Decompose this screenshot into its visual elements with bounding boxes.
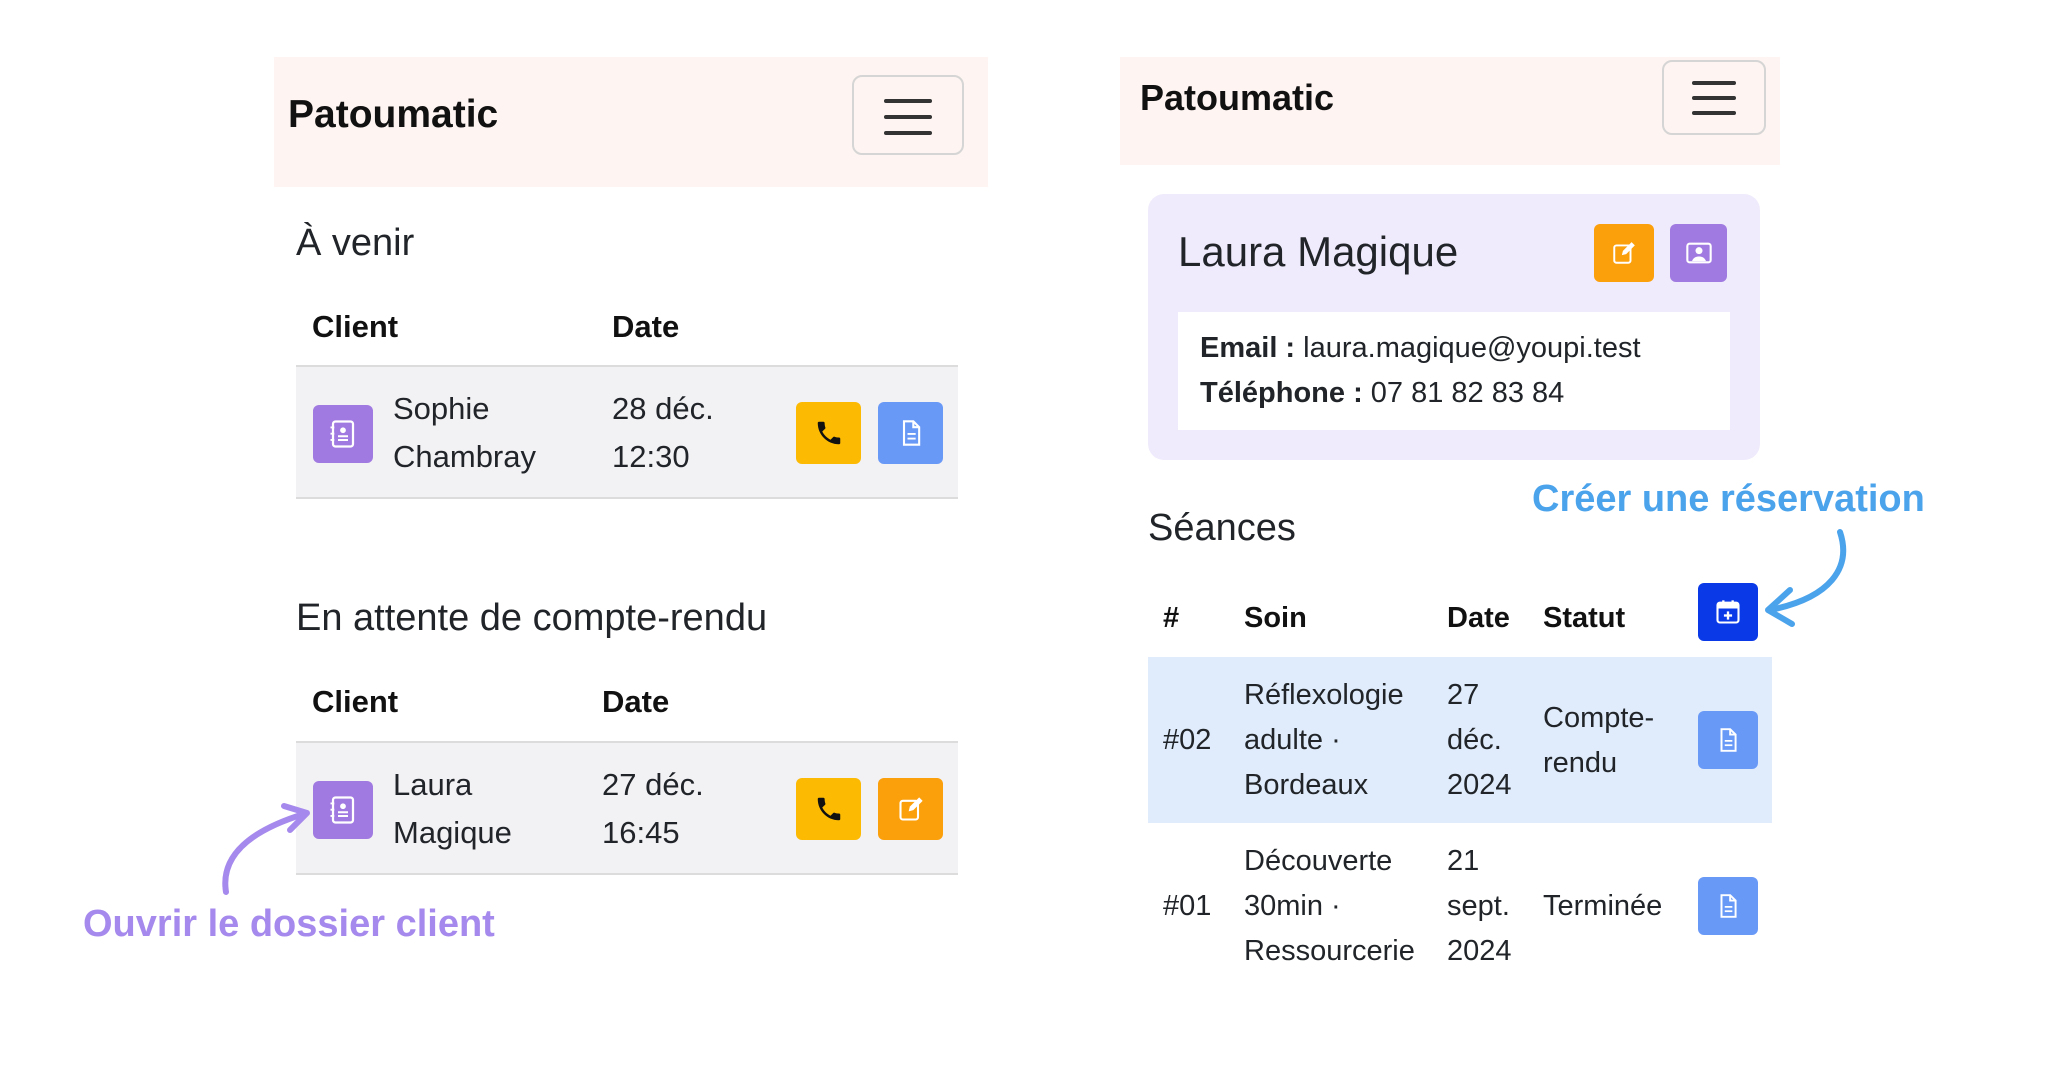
seance-date-line1: 21 xyxy=(1447,845,1480,877)
client-phone-line: Téléphone : 07 81 82 83 84 xyxy=(1200,377,1564,410)
client-name-title: Laura Magique xyxy=(1178,228,1459,275)
client-profile-button[interactable] xyxy=(1670,224,1727,282)
phone-label: Téléphone : xyxy=(1200,377,1363,409)
seance-date-line2: sept. xyxy=(1447,890,1510,922)
seance-num: #02 xyxy=(1163,724,1212,756)
client-phone[interactable]: 07 81 82 83 84 xyxy=(1371,377,1565,409)
menu-toggle-button[interactable] xyxy=(852,75,964,155)
seance-date-line3: 2024 xyxy=(1447,769,1512,801)
seance-date-line3: 2024 xyxy=(1447,935,1512,967)
pending-header-date: Date xyxy=(602,684,670,719)
client-email-line: Email : laura.magique@youpi.test xyxy=(1200,332,1641,365)
upcoming-header-date: Date xyxy=(612,309,680,344)
menu-toggle-button[interactable] xyxy=(1662,60,1766,135)
app-brand[interactable]: Patoumatic xyxy=(288,93,498,137)
client-info-box: Email : laura.magique@youpi.test Télépho… xyxy=(1178,312,1730,430)
profile-picture-icon xyxy=(1685,242,1712,264)
write-report-button[interactable] xyxy=(878,778,943,840)
seance-soin-line3: Bordeaux xyxy=(1244,769,1369,801)
seance-date-line2: déc. xyxy=(1447,724,1502,756)
seance-soin-line2: adulte · xyxy=(1244,724,1341,756)
annotation-open-client-file: Ouvrir le dossier client xyxy=(83,903,495,945)
client-name-line1: Laura xyxy=(393,767,473,802)
document-icon xyxy=(1720,728,1737,752)
client-name-line2: Chambray xyxy=(393,439,536,474)
date-line2: 12:30 xyxy=(612,439,690,474)
annotation-arrow-right xyxy=(1765,529,1847,627)
hamburger-icon-line xyxy=(1692,111,1736,115)
document-icon xyxy=(1720,894,1737,918)
phone-icon xyxy=(817,421,840,445)
seance-statut-line1: Compte- xyxy=(1543,702,1655,734)
upcoming-section-title: À venir xyxy=(296,222,415,264)
date-line1: 27 déc. xyxy=(602,767,704,802)
hamburger-icon-line xyxy=(884,131,932,135)
seance-statut-line1: Terminée xyxy=(1543,890,1663,922)
pending-header-client: Client xyxy=(312,684,399,719)
edit-client-button[interactable] xyxy=(1594,224,1654,282)
seance-soin-line3: Ressourcerie xyxy=(1244,935,1415,967)
report-button[interactable] xyxy=(878,402,943,464)
navbar-right: Patoumatic xyxy=(1120,57,1780,165)
seance-statut-line2: rendu xyxy=(1543,747,1618,779)
seance-num: #01 xyxy=(1163,890,1212,922)
seance-date-line1: 27 xyxy=(1447,679,1480,711)
client-card: Laura Magique Email : laura.magique@youp… xyxy=(1148,194,1760,460)
seances-header-num: # xyxy=(1163,602,1180,634)
open-client-file-button[interactable] xyxy=(313,405,373,463)
pending-section-title: En attente de compte-rendu xyxy=(296,597,768,639)
seance-soin-line1: Découverte xyxy=(1244,845,1393,877)
seances-header-date: Date xyxy=(1447,602,1510,634)
annotation-create-booking: Créer une réservation xyxy=(1532,478,1925,520)
contact-card-icon xyxy=(330,420,355,448)
calendar-plus-icon xyxy=(1716,600,1740,624)
seance-report-button[interactable] xyxy=(1698,877,1758,935)
client-name-line2: Magique xyxy=(393,815,512,850)
contact-card-icon xyxy=(330,796,355,824)
phone-icon xyxy=(817,797,840,821)
seance-soin-line1: Réflexologie xyxy=(1244,679,1404,711)
table-row: #02 Réflexologie adulte · Bordeaux 27 dé… xyxy=(1148,657,1772,823)
app-brand[interactable]: Patoumatic xyxy=(1140,77,1334,119)
email-label: Email : xyxy=(1200,332,1296,364)
date-line1: 28 déc. xyxy=(612,391,714,426)
annotation-arrow-left xyxy=(222,803,310,895)
hamburger-icon-line xyxy=(1692,96,1736,100)
client-email[interactable]: laura.magique@youpi.test xyxy=(1303,332,1640,364)
client-name-line1: Sophie xyxy=(393,391,490,426)
edit-icon xyxy=(898,797,923,821)
document-icon xyxy=(902,420,920,446)
edit-icon xyxy=(1613,242,1635,264)
seances-header-soin: Soin xyxy=(1244,602,1307,634)
table-row: Laura Magique 27 déc. 16:45 xyxy=(296,741,958,875)
hamburger-icon xyxy=(884,99,932,103)
seances-header-statut: Statut xyxy=(1543,602,1626,634)
hamburger-icon xyxy=(1692,81,1736,85)
seance-soin-line2: 30min · xyxy=(1244,890,1341,922)
table-row: Sophie Chambray 28 déc. 12:30 xyxy=(296,365,958,499)
seances-section-title: Séances xyxy=(1148,507,1296,549)
call-button[interactable] xyxy=(796,778,861,840)
navbar-left: Patoumatic xyxy=(274,57,988,187)
create-booking-button[interactable] xyxy=(1698,583,1758,641)
table-row: #01 Découverte 30min · Ressourcerie 21 s… xyxy=(1148,823,1772,989)
call-button[interactable] xyxy=(796,402,861,464)
open-client-file-button[interactable] xyxy=(313,781,373,839)
seance-report-button[interactable] xyxy=(1698,711,1758,769)
upcoming-header-client: Client xyxy=(312,309,399,344)
hamburger-icon-line xyxy=(884,115,932,119)
date-line2: 16:45 xyxy=(602,815,680,850)
